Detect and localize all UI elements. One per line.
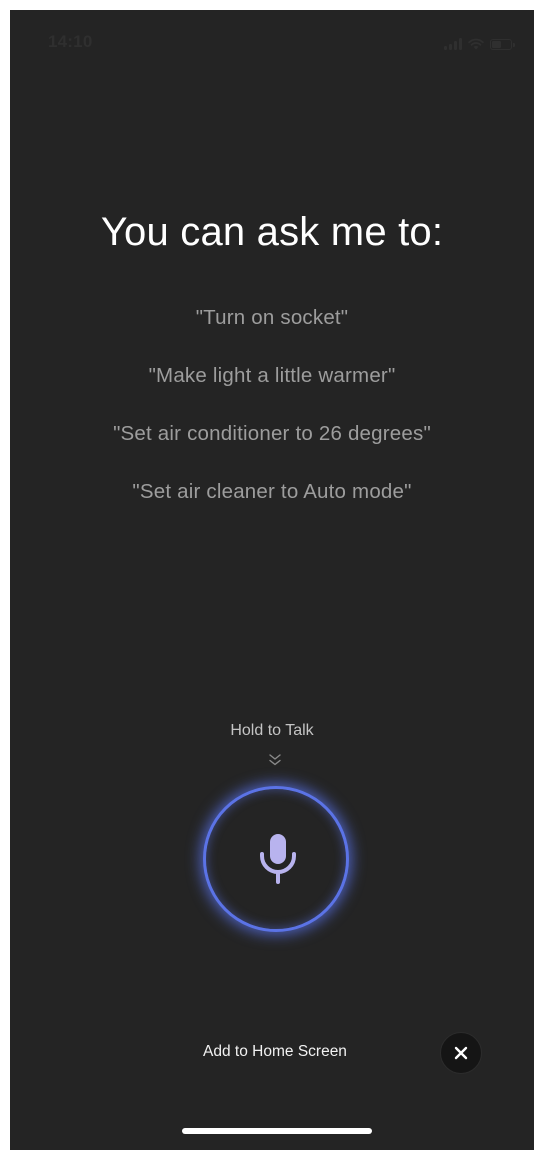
battery-icon: [490, 39, 515, 50]
status-time: 14:10: [48, 32, 93, 51]
suggestion-item: "Make light a little warmer": [148, 364, 396, 387]
suggestion-list: "Turn on socket" "Make light a little wa…: [10, 303, 534, 535]
siri-shortcut-screen: 14:10 You can ask me to: "Turn on socket…: [10, 10, 534, 1150]
chevron-double-down-icon: [269, 754, 281, 766]
add-to-home-screen-button[interactable]: Add to Home Screen: [160, 1043, 390, 1061]
status-bar: 14:10: [10, 10, 534, 70]
hold-to-talk-label: Hold to Talk: [230, 722, 314, 739]
close-icon: [454, 1046, 468, 1060]
status-icons: [444, 34, 515, 50]
signal-icon: [444, 38, 462, 50]
microphone-icon: [260, 834, 296, 884]
suggestion-item: "Turn on socket": [195, 306, 349, 329]
suggestion-item: "Set air conditioner to 26 degrees": [113, 422, 431, 445]
hold-to-talk-button[interactable]: [203, 786, 349, 932]
page-title: You can ask me to:: [100, 210, 444, 254]
suggestion-item: "Set air cleaner to Auto mode": [132, 480, 412, 503]
home-indicator[interactable]: [182, 1128, 372, 1134]
wifi-icon: [468, 38, 484, 50]
close-button[interactable]: [440, 1032, 482, 1074]
